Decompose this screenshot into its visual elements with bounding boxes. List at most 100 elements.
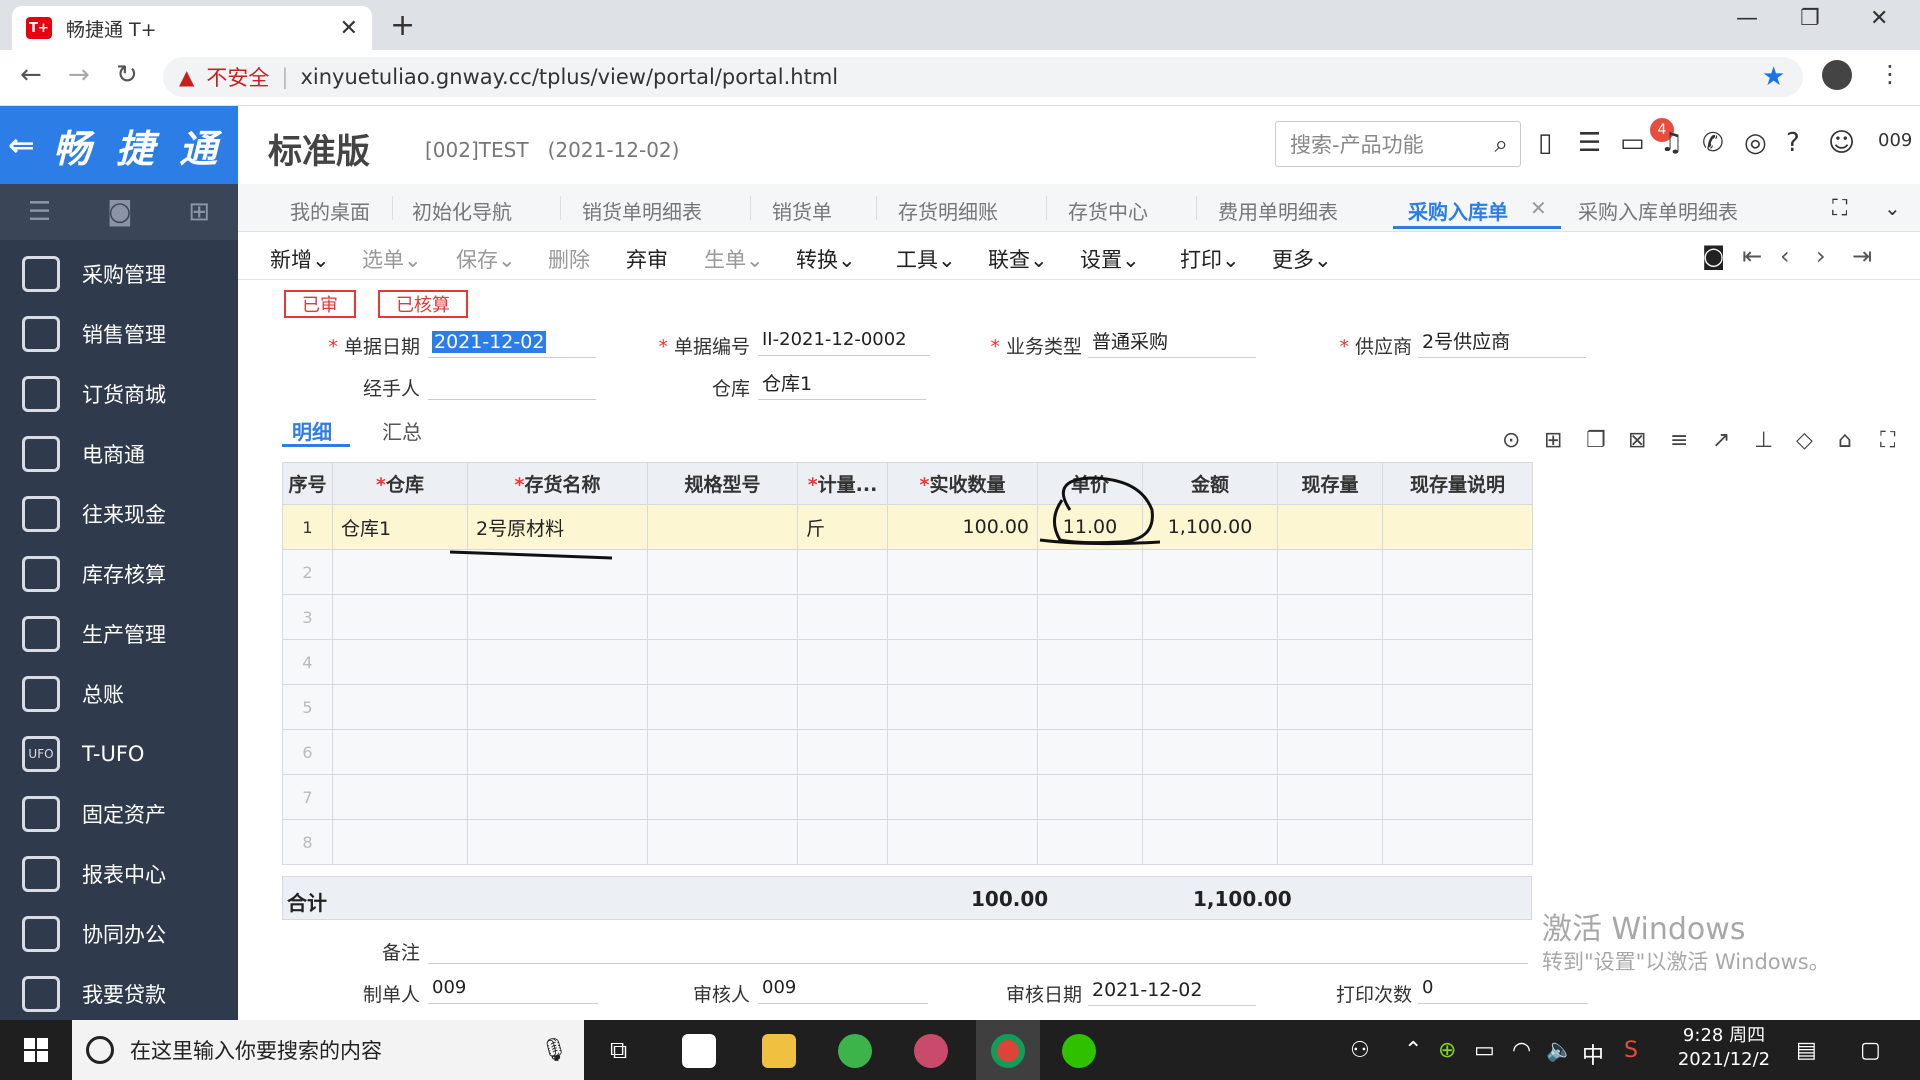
insert-row-icon[interactable]: ⊞ [1544, 428, 1562, 453]
empty-cell[interactable] [467, 774, 648, 820]
tab-purchase-receipt[interactable]: 采购入库单 [1408, 196, 1508, 225]
new-tab-button[interactable]: + [390, 8, 415, 43]
col-header[interactable]: 序号 [282, 462, 333, 505]
search-menu-icon[interactable]: ◙ [107, 197, 132, 227]
menu-icon[interactable]: ☰ [28, 197, 51, 227]
people-icon[interactable]: ⚇ [1350, 1038, 1370, 1063]
minimize-button[interactable]: — [1736, 6, 1758, 31]
empty-cell[interactable] [1037, 729, 1143, 775]
bookmark-star-icon[interactable]: ★ [1762, 62, 1785, 92]
sidebar-item-cash[interactable]: 往来现金 [0, 484, 238, 544]
empty-cell[interactable] [1142, 729, 1278, 775]
sogou-ime-icon[interactable]: S [1624, 1038, 1638, 1063]
sidebar-item-ecommerce[interactable]: 电商通 [0, 424, 238, 484]
tray-expand-icon[interactable]: ⌃ [1404, 1038, 1422, 1063]
taskbar-search-input[interactable]: 在这里输入你要搜索的内容 🎙 [72, 1020, 584, 1080]
sidebar-item-office[interactable]: 协同办公 [0, 904, 238, 964]
message-icon[interactable]: ▭ [1620, 128, 1645, 158]
file-explorer-icon[interactable] [762, 1034, 796, 1068]
battery-icon[interactable]: ▭ [1474, 1038, 1495, 1063]
volume-icon[interactable]: 🔈 [1546, 1038, 1573, 1063]
back-icon[interactable]: ← [20, 60, 42, 90]
browser-tab[interactable]: T+ 畅捷通 T+ ✕ [12, 6, 372, 50]
empty-cell[interactable] [1382, 684, 1533, 730]
warehouse-field[interactable]: 仓库1 [758, 370, 926, 400]
empty-cell[interactable] [887, 729, 1038, 775]
sidebar-item-inventory[interactable]: 库存核算 [0, 544, 238, 604]
empty-cell[interactable] [1382, 819, 1533, 865]
user-icon[interactable]: ☺ [1828, 128, 1855, 158]
locate-icon[interactable]: ⊙ [1502, 428, 1520, 453]
batch-edit-icon[interactable]: ≡ [1670, 428, 1688, 453]
empty-cell[interactable] [647, 684, 798, 730]
last-record-icon[interactable]: ⇥ [1852, 242, 1872, 270]
notepad-icon[interactable]: ▤ [1796, 1038, 1817, 1063]
empty-cell[interactable] [467, 819, 648, 865]
empty-cell[interactable] [1277, 639, 1383, 685]
settings-button[interactable]: 设置⌄ [1080, 244, 1140, 274]
sidebar-item-purchase[interactable]: 采购管理 [0, 244, 238, 304]
profile-avatar-icon[interactable] [1822, 60, 1852, 90]
more-button[interactable]: 更多⌄ [1272, 244, 1332, 274]
help-icon[interactable]: ? [1786, 128, 1800, 158]
expand-icon[interactable]: ⛶ [1880, 428, 1895, 453]
table-row[interactable]: 4 [282, 639, 1533, 685]
export-icon[interactable]: ↗ [1712, 428, 1730, 453]
sidebar-item-assets[interactable]: 固定资产 [0, 784, 238, 844]
empty-cell[interactable] [332, 639, 468, 685]
col-header[interactable]: 金额 [1142, 462, 1278, 505]
search-icon[interactable]: ⌕ [1495, 130, 1508, 158]
omnibox[interactable]: ▲ 不安全 | xinyuetuliao.gnway.cc/tplus/view… [163, 57, 1803, 97]
ime-indicator[interactable]: 中 [1582, 1038, 1604, 1070]
sidebar-item-sales[interactable]: 销售管理 [0, 304, 238, 364]
unaudit-button[interactable]: 弃审 [626, 244, 668, 274]
prev-record-icon[interactable]: ‹ [1780, 242, 1790, 270]
task-view-icon[interactable]: ⧉ [610, 1036, 627, 1064]
copy-row-icon[interactable]: ❐ [1586, 428, 1606, 453]
col-header[interactable]: 现存量说明 [1382, 462, 1533, 505]
reload-icon[interactable]: ↻ [116, 60, 138, 90]
table-row[interactable]: 7 [282, 774, 1533, 820]
tab-detail[interactable]: 明细 [292, 416, 332, 445]
empty-cell[interactable] [467, 729, 648, 775]
empty-cell[interactable] [797, 594, 888, 640]
tab-inventory-detail[interactable]: 存货明细账 [898, 196, 998, 225]
url-text[interactable]: xinyuetuliao.gnway.cc/tplus/view/portal/… [300, 65, 838, 89]
empty-cell[interactable] [1277, 774, 1383, 820]
tab-sales-detail[interactable]: 销货单明细表 [582, 196, 702, 225]
action-center-icon[interactable]: ▢ [1860, 1038, 1881, 1063]
empty-cell[interactable] [1037, 819, 1143, 865]
sidebar-item-reports[interactable]: 报表中心 [0, 844, 238, 904]
current-user[interactable]: 009 [1878, 130, 1912, 151]
empty-cell[interactable] [1037, 639, 1143, 685]
remark-field[interactable] [428, 934, 1528, 964]
select-button[interactable]: 选单⌄ [362, 244, 422, 274]
table-row[interactable]: 5 [282, 684, 1533, 730]
empty-cell[interactable] [647, 819, 798, 865]
forward-icon[interactable]: → [68, 60, 90, 90]
chrome-icon[interactable] [991, 1034, 1025, 1068]
table-row[interactable]: 8 [282, 819, 1533, 865]
save-button[interactable]: 保存⌄ [456, 244, 516, 274]
empty-cell[interactable] [1037, 684, 1143, 730]
empty-cell[interactable] [1382, 594, 1533, 640]
empty-cell[interactable] [887, 819, 1038, 865]
empty-cell[interactable] [1142, 639, 1278, 685]
date-field[interactable]: 2021-12-02 [428, 328, 596, 358]
sidebar-item-loan[interactable]: 我要贷款 [0, 964, 238, 1024]
sidebar-item-ledger[interactable]: 总账 [0, 664, 238, 724]
bell-icon[interactable]: ♫ [1660, 128, 1683, 158]
split-icon[interactable]: ⊥ [1754, 428, 1773, 453]
empty-cell[interactable] [1277, 729, 1383, 775]
supplier-field[interactable]: 2号供应商 [1418, 328, 1586, 358]
windows-start-icon[interactable] [24, 1038, 48, 1062]
empty-cell[interactable] [332, 729, 468, 775]
new-button[interactable]: 新增⌄ [270, 244, 330, 274]
table-row[interactable]: 6 [282, 729, 1533, 775]
service-icon[interactable]: ◎ [1744, 128, 1767, 158]
tab-purchase-receipt-detail[interactable]: 采购入库单明细表 [1578, 196, 1738, 225]
empty-cell[interactable] [1142, 819, 1278, 865]
empty-cell[interactable] [797, 774, 888, 820]
empty-cell[interactable] [467, 639, 648, 685]
function-search-input[interactable]: 搜索-产品功能 ⌕ [1275, 121, 1521, 167]
